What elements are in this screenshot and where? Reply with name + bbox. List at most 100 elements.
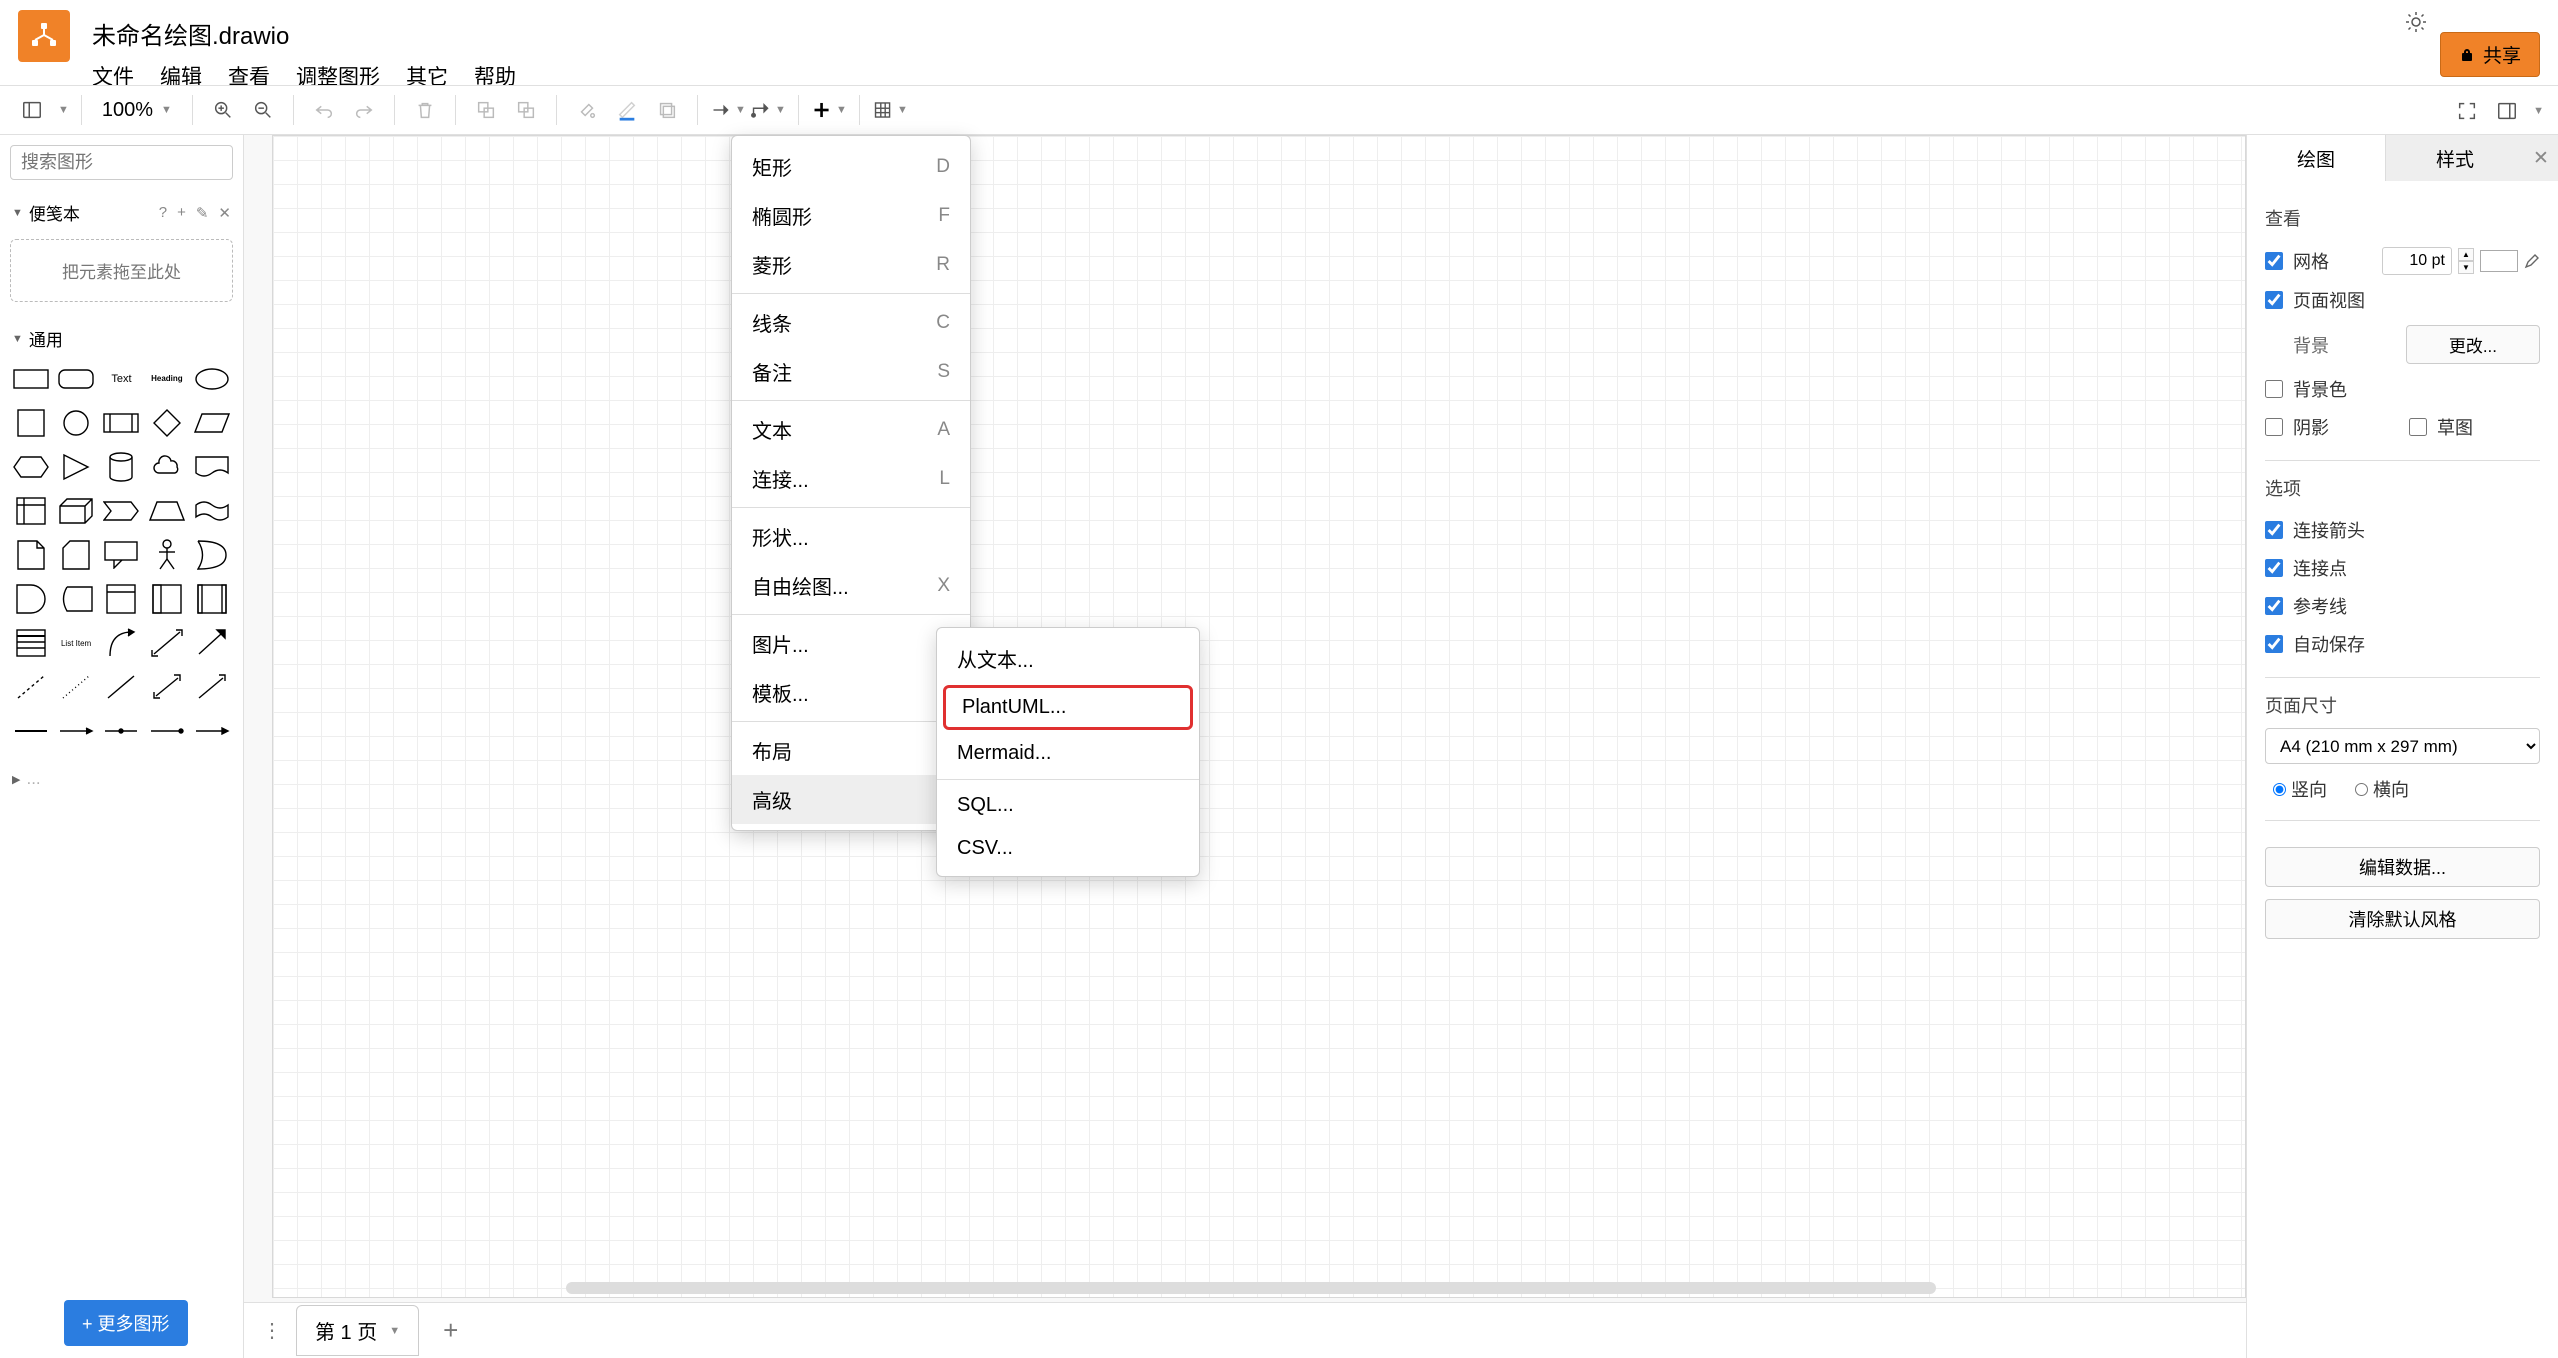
scratchpad-dropzone[interactable]: 把元素拖至此处 (10, 239, 233, 302)
grid-size-up[interactable]: ▲ (2458, 248, 2474, 261)
insert-button[interactable]: ▼ (811, 92, 847, 128)
pencil-icon[interactable] (2524, 253, 2540, 269)
undo-button[interactable] (306, 92, 342, 128)
table-button[interactable]: ▼ (872, 92, 908, 128)
line-color-button[interactable] (609, 92, 645, 128)
autosave-checkbox[interactable] (2265, 635, 2283, 653)
shape-step[interactable] (101, 491, 142, 531)
delete-button[interactable] (407, 92, 443, 128)
edit-data-button[interactable]: 编辑数据... (2265, 847, 2540, 887)
shape-curve[interactable] (101, 623, 142, 663)
canvas-page[interactable] (272, 135, 2246, 1298)
search-input[interactable] (21, 152, 253, 173)
page-size-select[interactable]: A4 (210 mm x 297 mm) (2265, 728, 2540, 764)
menu-item[interactable]: 菱形R (732, 240, 970, 289)
shape-list[interactable] (10, 623, 51, 663)
menu-item[interactable]: 矩形D (732, 142, 970, 191)
sidebar-toggle-button[interactable] (14, 92, 50, 128)
shape-arrow[interactable] (192, 623, 233, 663)
shape-trapezoid[interactable] (146, 491, 187, 531)
shape-line[interactable] (101, 667, 142, 707)
landscape-radio[interactable]: 横向 (2355, 776, 2409, 802)
add-page-button[interactable]: + (433, 1315, 468, 1346)
pageview-checkbox[interactable] (2265, 291, 2283, 309)
canvas[interactable]: ⋮ 第 1 页▼ + 矩形D椭圆形F菱形R线条C备注S文本A连接...L形状..… (244, 135, 2246, 1358)
chevron-down-icon[interactable]: ▼ (58, 104, 69, 116)
sketch-checkbox[interactable] (2409, 418, 2427, 436)
submenu-item[interactable]: 从文本... (937, 634, 1199, 683)
waypoint-style-button[interactable]: ▼ (750, 92, 786, 128)
shape-link-arrow[interactable] (192, 711, 233, 751)
add-icon[interactable]: + (177, 204, 186, 222)
shape-circle[interactable] (55, 403, 96, 443)
redo-button[interactable] (346, 92, 382, 128)
shape-arrow-thin[interactable] (192, 667, 233, 707)
shape-tape[interactable] (192, 491, 233, 531)
scratchpad-section[interactable]: ▼便笺本 ? + ✎ ✕ (10, 190, 233, 233)
close-icon[interactable]: ✕ (218, 204, 231, 222)
edit-icon[interactable]: ✎ (196, 204, 209, 222)
guide-checkbox[interactable] (2265, 597, 2283, 615)
fill-color-button[interactable] (569, 92, 605, 128)
shape-triangle[interactable] (55, 447, 96, 487)
shadow-button[interactable] (649, 92, 685, 128)
menu-item[interactable]: 自由绘图...X (732, 561, 970, 610)
menu-item[interactable]: 图片... (732, 619, 970, 668)
shape-and[interactable] (10, 579, 51, 619)
menu-item[interactable]: 形状... (732, 512, 970, 561)
shadow-checkbox[interactable] (2265, 418, 2283, 436)
grid-color-swatch[interactable] (2480, 250, 2518, 272)
to-front-button[interactable] (468, 92, 504, 128)
shape-dashed[interactable] (10, 667, 51, 707)
menu-item[interactable]: 模板... (732, 668, 970, 717)
menu-item[interactable]: 文本A (732, 405, 970, 454)
shape-frame[interactable] (146, 579, 187, 619)
fullscreen-button[interactable] (2449, 93, 2485, 129)
conn-point-checkbox[interactable] (2265, 559, 2283, 577)
shape-cylinder[interactable] (101, 447, 142, 487)
menu-item[interactable]: 备注S (732, 347, 970, 396)
menu-item[interactable]: 椭圆形F (732, 191, 970, 240)
menu-item[interactable]: 高级▶ (732, 775, 970, 824)
shape-document[interactable] (192, 447, 233, 487)
shape-hframe[interactable] (192, 579, 233, 619)
shape-dotted[interactable] (55, 667, 96, 707)
submenu-item[interactable]: SQL... (937, 784, 1199, 827)
shape-card[interactable] (55, 535, 96, 575)
panel-tab-style[interactable]: 样式 (2385, 135, 2524, 181)
shape-search[interactable] (10, 145, 233, 180)
shape-link-dot[interactable] (146, 711, 187, 751)
shape-hexagon[interactable] (10, 447, 51, 487)
connection-style-button[interactable]: ▼ (710, 92, 746, 128)
clear-style-button[interactable]: 清除默认风格 (2265, 899, 2540, 939)
shape-cube[interactable] (55, 491, 96, 531)
shape-note[interactable] (10, 535, 51, 575)
panel-close-button[interactable]: ✕ (2524, 135, 2558, 181)
submenu-item[interactable]: PlantUML... (943, 685, 1193, 730)
shape-diamond[interactable] (146, 403, 187, 443)
shape-listitem[interactable]: List Item (55, 623, 96, 663)
grid-checkbox[interactable] (2265, 252, 2283, 270)
format-panel-toggle[interactable] (2489, 93, 2525, 129)
grid-size-down[interactable]: ▼ (2458, 261, 2474, 274)
shape-datastore[interactable] (55, 579, 96, 619)
shape-link-half[interactable] (55, 711, 96, 751)
shape-heading[interactable]: Heading (146, 359, 187, 399)
shape-or[interactable] (192, 535, 233, 575)
zoom-out-button[interactable] (245, 92, 281, 128)
menu-item[interactable]: 布局▶ (732, 726, 970, 775)
theme-toggle-icon[interactable] (2404, 10, 2428, 34)
general-section[interactable]: ▼通用 (10, 316, 233, 359)
submenu-item[interactable]: CSV... (937, 827, 1199, 870)
shape-callout[interactable] (101, 535, 142, 575)
submenu-item[interactable]: Mermaid... (937, 732, 1199, 775)
shape-cloud[interactable] (146, 447, 187, 487)
shape-roundrect[interactable] (55, 359, 96, 399)
help-icon[interactable]: ? (159, 204, 167, 222)
zoom-control[interactable]: 100%▼ (94, 99, 180, 122)
bgcolor-checkbox[interactable] (2265, 380, 2283, 398)
horizontal-scrollbar[interactable] (566, 1282, 1936, 1294)
conn-arrow-checkbox[interactable] (2265, 521, 2283, 539)
grid-size-input[interactable] (2382, 247, 2452, 275)
shape-actor[interactable] (146, 535, 187, 575)
